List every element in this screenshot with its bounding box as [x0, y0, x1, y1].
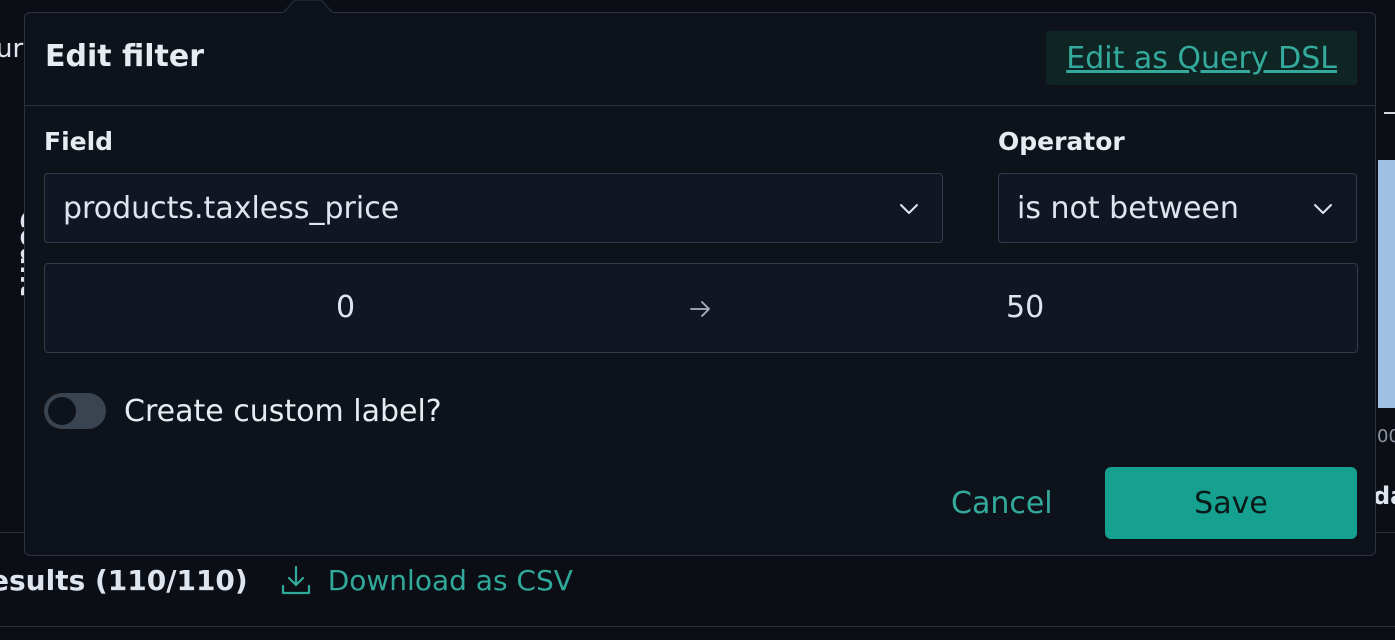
- download-csv-label: Download as CSV: [327, 563, 573, 597]
- range-from-input[interactable]: 0: [336, 290, 355, 325]
- edit-filter-popover: Edit filter Edit as Query DSL Field prod…: [24, 0, 1376, 556]
- results-count: esults (110/110): [0, 563, 248, 597]
- edit-as-query-dsl-link[interactable]: Edit as Query DSL: [1046, 31, 1357, 85]
- popover-header: Edit filter Edit as Query DSL: [25, 13, 1375, 106]
- cancel-button[interactable]: Cancel: [935, 467, 1069, 539]
- operator-label: Operator: [998, 127, 1125, 156]
- divider: [0, 626, 1395, 627]
- chevron-down-icon: [1314, 204, 1332, 214]
- arrow-right-icon: [690, 301, 710, 317]
- custom-label-toggle-label: Create custom label?: [124, 393, 442, 429]
- operator-select[interactable]: is not between: [998, 173, 1357, 243]
- background-partial-text: ur: [0, 34, 24, 64]
- popover-title: Edit filter: [45, 39, 205, 74]
- download-csv-link[interactable]: Download as CSV: [278, 562, 573, 598]
- results-bar: esults (110/110) Download as CSV: [0, 558, 573, 602]
- custom-label-row: Create custom label?: [44, 393, 442, 429]
- range-to-input[interactable]: 50: [1006, 290, 1044, 325]
- chart-tick: [1384, 112, 1395, 114]
- field-select-value: products.taxless_price: [63, 190, 400, 226]
- download-icon: [281, 565, 310, 595]
- custom-label-toggle[interactable]: [44, 393, 106, 429]
- chart-bar: [1378, 160, 1395, 408]
- chart-tick-label: 00: [1377, 426, 1395, 447]
- field-label: Field: [44, 127, 114, 156]
- operator-select-value: is not between: [1017, 190, 1239, 226]
- popover-arrow: [283, 0, 333, 13]
- toggle-knob: [48, 397, 76, 425]
- background-partial-heading: da: [1373, 482, 1395, 510]
- chevron-down-icon: [900, 204, 918, 214]
- field-select[interactable]: products.taxless_price: [44, 173, 943, 243]
- range-input: 0 50: [44, 263, 1358, 353]
- save-button[interactable]: Save: [1105, 467, 1357, 539]
